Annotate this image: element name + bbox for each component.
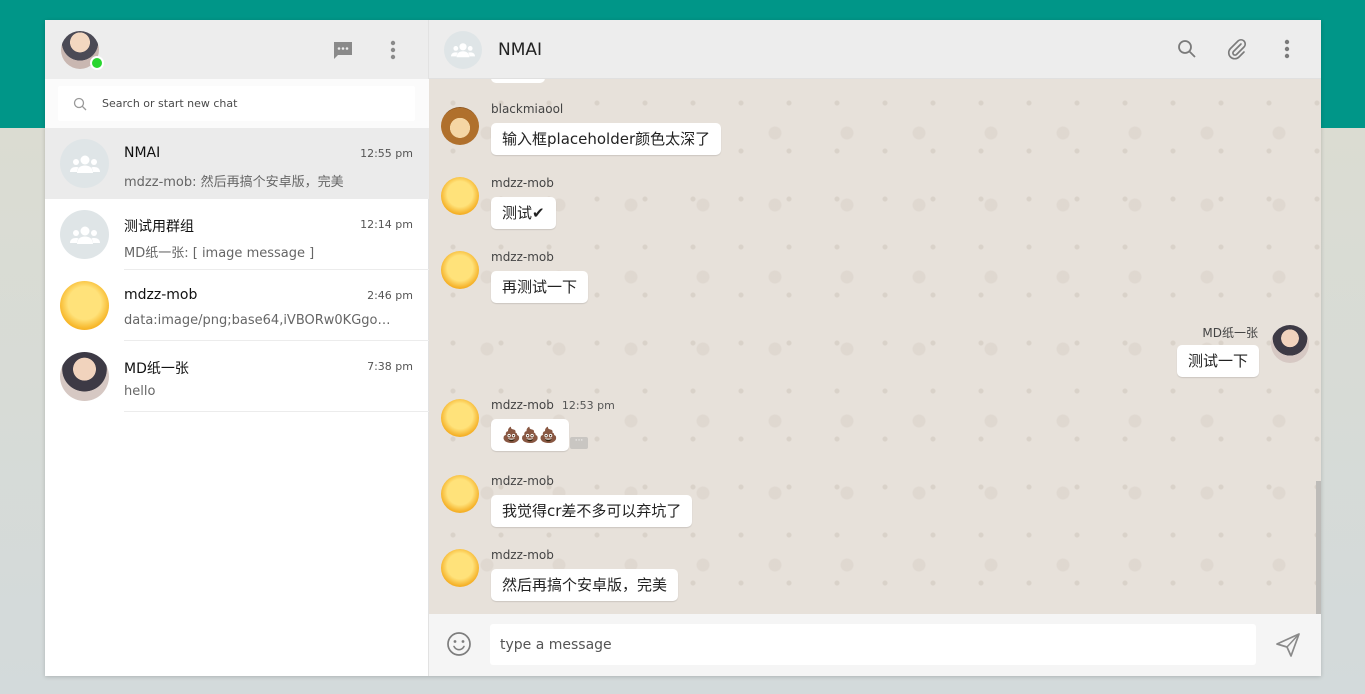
row-divider <box>124 411 429 412</box>
search-icon <box>58 97 102 111</box>
chat-time: 7:38 pm <box>367 360 413 373</box>
sweat-smile-emoji-avatar <box>60 281 109 330</box>
sidebar-menu-icon[interactable] <box>381 38 405 62</box>
message-input[interactable] <box>490 624 1256 665</box>
message-bubble: 输入框placeholder颜色太深了 <box>491 123 722 155</box>
sweat-smile-emoji-avatar <box>441 251 479 289</box>
chat-preview: MD纸一张: [ image message ] <box>124 246 315 261</box>
scrollbar[interactable] <box>1316 481 1321 614</box>
chat-name: mdzz-mob <box>124 287 198 303</box>
chat-list-item[interactable]: 测试用群组 12:14 pm MD纸一张: [ image message ] <box>45 199 429 270</box>
chat-preview: mdzz-mob: 然后再搞个安卓版，完美 <box>124 175 344 190</box>
message-list[interactable]: blackmiaool 输入框placeholder颜色太深了 mdzz-mob… <box>429 79 1321 614</box>
sidebar: NMAI 12:55 pm mdzz-mob: 然后再搞个安卓版，完美 测试用群… <box>45 20 429 676</box>
message-bubble: 💩💩💩 <box>491 419 570 451</box>
message-bubble: 测试一下 <box>1176 345 1259 377</box>
app-window: NMAI 12:55 pm mdzz-mob: 然后再搞个安卓版，完美 测试用群… <box>45 20 1321 676</box>
chat-time: 12:55 pm <box>360 147 413 160</box>
conversation-panel: NMAI blackmiaool 输入框placeholder颜色太深了 mdz… <box>429 20 1321 676</box>
chat-name: 测试用群组 <box>124 219 194 235</box>
message-sender: mdzz-mob <box>491 250 554 264</box>
conversation-header: NMAI <box>429 20 1321 79</box>
chat-time: 12:14 pm <box>360 218 413 231</box>
message-sender: mdzz-mob 12:53 pm <box>491 398 615 412</box>
group-avatar-icon <box>60 139 109 188</box>
conversation-title: NMAI <box>498 40 543 60</box>
search-bar <box>45 79 429 128</box>
message-bubble: 测试✔ <box>491 197 556 229</box>
message-bubble: 再测试一下 <box>491 271 589 303</box>
chat-name: NMAI <box>124 145 161 161</box>
sweat-smile-emoji-avatar <box>441 475 479 513</box>
sender-name: mdzz-mob <box>491 398 554 412</box>
chat-time: 2:46 pm <box>367 289 413 302</box>
chat-name: MD纸一张 <box>124 361 189 377</box>
search-icon[interactable] <box>1175 37 1199 61</box>
message-bubble-partial <box>491 79 545 83</box>
anime-photo-avatar <box>60 352 109 401</box>
message-sender: mdzz-mob <box>491 474 554 488</box>
chat-list-item[interactable]: mdzz-mob 2:46 pm data:image/png;base64,i… <box>45 270 429 341</box>
conversation-menu-icon[interactable] <box>1275 37 1299 61</box>
sweat-smile-emoji-avatar <box>441 177 479 215</box>
search-input[interactable] <box>102 97 392 110</box>
chat-preview: hello <box>124 384 156 399</box>
online-status-dot <box>90 56 104 70</box>
message-sender: mdzz-mob <box>491 176 554 190</box>
group-avatar-icon <box>60 210 109 259</box>
message-sender: mdzz-mob <box>491 548 554 562</box>
monkey-emoji-avatar <box>441 107 479 145</box>
emoji-icon[interactable] <box>446 631 472 657</box>
message-sender: blackmiaool <box>491 102 564 116</box>
send-icon[interactable] <box>1275 632 1301 658</box>
chat-list: NMAI 12:55 pm mdzz-mob: 然后再搞个安卓版，完美 测试用群… <box>45 128 429 412</box>
paperclip-icon[interactable] <box>1225 37 1249 61</box>
anime-photo-avatar <box>1271 325 1309 363</box>
group-avatar-icon[interactable] <box>444 31 482 69</box>
chat-preview: data:image/png;base64,iVBORw0KGgoAA... <box>124 313 394 328</box>
sweat-smile-emoji-avatar <box>441 399 479 437</box>
message-sender: MD纸一张 <box>1202 326 1258 340</box>
message-bubble: 然后再搞个安卓版，完美 <box>491 569 679 601</box>
chat-list-item[interactable]: NMAI 12:55 pm mdzz-mob: 然后再搞个安卓版，完美 <box>45 128 429 199</box>
more-options-chip[interactable]: ··· <box>570 437 588 449</box>
message-time: 12:53 pm <box>561 399 615 412</box>
chat-list-item[interactable]: MD纸一张 7:38 pm hello <box>45 341 429 412</box>
sweat-smile-emoji-avatar <box>441 549 479 587</box>
message-composer <box>429 614 1321 676</box>
message-bubble: 我觉得cr差不多可以弃坑了 <box>491 495 693 527</box>
search-box <box>58 86 415 121</box>
sidebar-header <box>45 20 428 79</box>
new-chat-icon[interactable] <box>331 38 355 62</box>
